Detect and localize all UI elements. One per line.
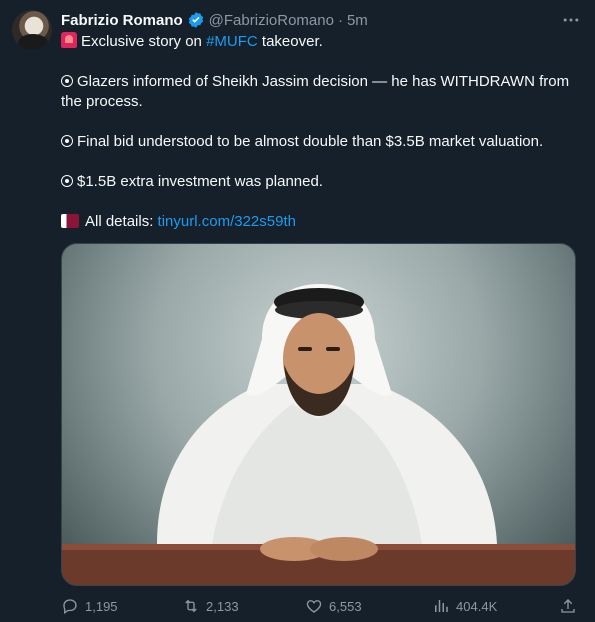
hashtag-link[interactable]: #MUFC xyxy=(206,33,258,50)
tweet-paragraph-2: Glazers informed of Sheikh Jassim decisi… xyxy=(61,72,583,112)
tweet-paragraph-3: Final bid understood to be almost double… xyxy=(61,132,583,152)
tweet-paragraph-4: $1.5B extra investment was planned. xyxy=(61,172,583,192)
qatar-flag-icon xyxy=(61,214,79,228)
share-icon xyxy=(559,597,577,615)
details-label: All details: xyxy=(85,213,154,230)
share-button[interactable] xyxy=(559,597,577,615)
author-name[interactable]: Fabrizio Romano xyxy=(61,12,183,29)
views-icon xyxy=(432,597,450,615)
paragraph-2-text: Glazers informed of Sheikh Jassim decisi… xyxy=(61,73,570,110)
details-link[interactable]: tinyurl.com/322s59th xyxy=(158,213,296,230)
bullet-icon xyxy=(61,75,73,87)
bullet-icon xyxy=(61,135,73,147)
tweet-paragraph-5: All details: tinyurl.com/322s59th xyxy=(61,212,583,232)
action-bar: 1,195 2,133 6,553 404.4K xyxy=(61,596,577,616)
more-icon[interactable] xyxy=(561,10,581,34)
reply-count: 1,195 xyxy=(85,598,118,614)
verified-badge-icon xyxy=(187,11,205,29)
like-button[interactable]: 6,553 xyxy=(305,597,432,615)
author-handle[interactable]: @FabrizioRomano xyxy=(209,12,334,29)
tweet-header: Fabrizio Romano @FabrizioRomano · 5m xyxy=(61,10,581,30)
tweet-line-1: Exclusive story on #MUFC takeover. xyxy=(61,32,583,52)
tweet-photo[interactable] xyxy=(61,243,576,586)
like-icon xyxy=(305,597,323,615)
line1-suffix: takeover. xyxy=(261,33,323,50)
portrait-illustration xyxy=(62,284,575,585)
avatar[interactable] xyxy=(12,10,52,50)
retweet-icon xyxy=(182,597,200,615)
like-count: 6,553 xyxy=(329,598,362,614)
retweet-button[interactable]: 2,133 xyxy=(182,597,305,615)
retweet-count: 2,133 xyxy=(206,598,239,614)
siren-icon xyxy=(61,32,77,48)
paragraph-4-text: $1.5B extra investment was planned. xyxy=(77,173,323,190)
timestamp[interactable]: 5m xyxy=(347,12,368,29)
line1-prefix: Exclusive story on xyxy=(81,33,202,50)
reply-icon xyxy=(61,597,79,615)
bullet-icon xyxy=(61,175,73,187)
reply-button[interactable]: 1,195 xyxy=(61,597,182,615)
separator-dot: · xyxy=(337,11,343,29)
paragraph-3-text: Final bid understood to be almost double… xyxy=(77,133,544,150)
views-button[interactable]: 404.4K xyxy=(432,597,559,615)
tweet-text: Exclusive story on #MUFC takeover. Glaze… xyxy=(61,32,583,252)
views-count: 404.4K xyxy=(456,598,498,614)
